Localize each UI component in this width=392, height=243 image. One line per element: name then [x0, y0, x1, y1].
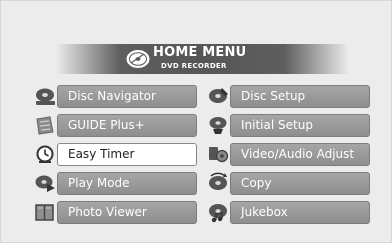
menu-item-guide-plus[interactable]: GUIDE Plus+ [33, 114, 197, 137]
menu-item-play-mode[interactable]: Play Mode [33, 172, 197, 195]
photo-viewer-icon [33, 201, 59, 224]
disc-icon [126, 50, 150, 68]
page-title: HOME MENU [153, 45, 247, 60]
home-menu-screen: HOME MENU DVD RECORDER Disc Navigator GU… [0, 0, 392, 243]
disc-navigator-icon [33, 85, 59, 108]
menu-item-label: Disc Setup [241, 89, 306, 103]
jukebox-icon [206, 201, 232, 224]
guide-plus-icon [33, 114, 59, 137]
menu-item-label: Copy [241, 176, 272, 190]
menu-item-label: Video/Audio Adjust [241, 147, 355, 161]
menu-item-video-audio-adjust[interactable]: Video/Audio Adjust [206, 143, 370, 166]
play-mode-icon [33, 172, 59, 195]
menu-item-label: GUIDE Plus+ [68, 118, 145, 132]
menu-item-disc-setup[interactable]: Disc Setup [206, 85, 370, 108]
menu-item-initial-setup[interactable]: Initial Setup [206, 114, 370, 137]
menu-item-label: Easy Timer [68, 147, 135, 161]
page-subtitle: DVD RECORDER [161, 62, 227, 70]
initial-setup-icon [206, 114, 232, 137]
menu-item-copy[interactable]: Copy [206, 172, 370, 195]
menu-item-label: Photo Viewer [68, 205, 147, 219]
menu-item-jukebox[interactable]: Jukebox [206, 201, 370, 224]
menu-item-easy-timer[interactable]: Easy Timer [33, 143, 197, 166]
copy-icon [206, 172, 232, 195]
clock-icon [33, 143, 59, 166]
menu-item-label: Initial Setup [241, 118, 313, 132]
disc-setup-icon [206, 85, 232, 108]
menu-item-label: Jukebox [241, 205, 288, 219]
menu-item-label: Play Mode [68, 176, 130, 190]
menu-item-photo-viewer[interactable]: Photo Viewer [33, 201, 197, 224]
menu-item-disc-navigator[interactable]: Disc Navigator [33, 85, 197, 108]
video-audio-adjust-icon [206, 143, 232, 166]
menu-item-label: Disc Navigator [68, 89, 156, 103]
